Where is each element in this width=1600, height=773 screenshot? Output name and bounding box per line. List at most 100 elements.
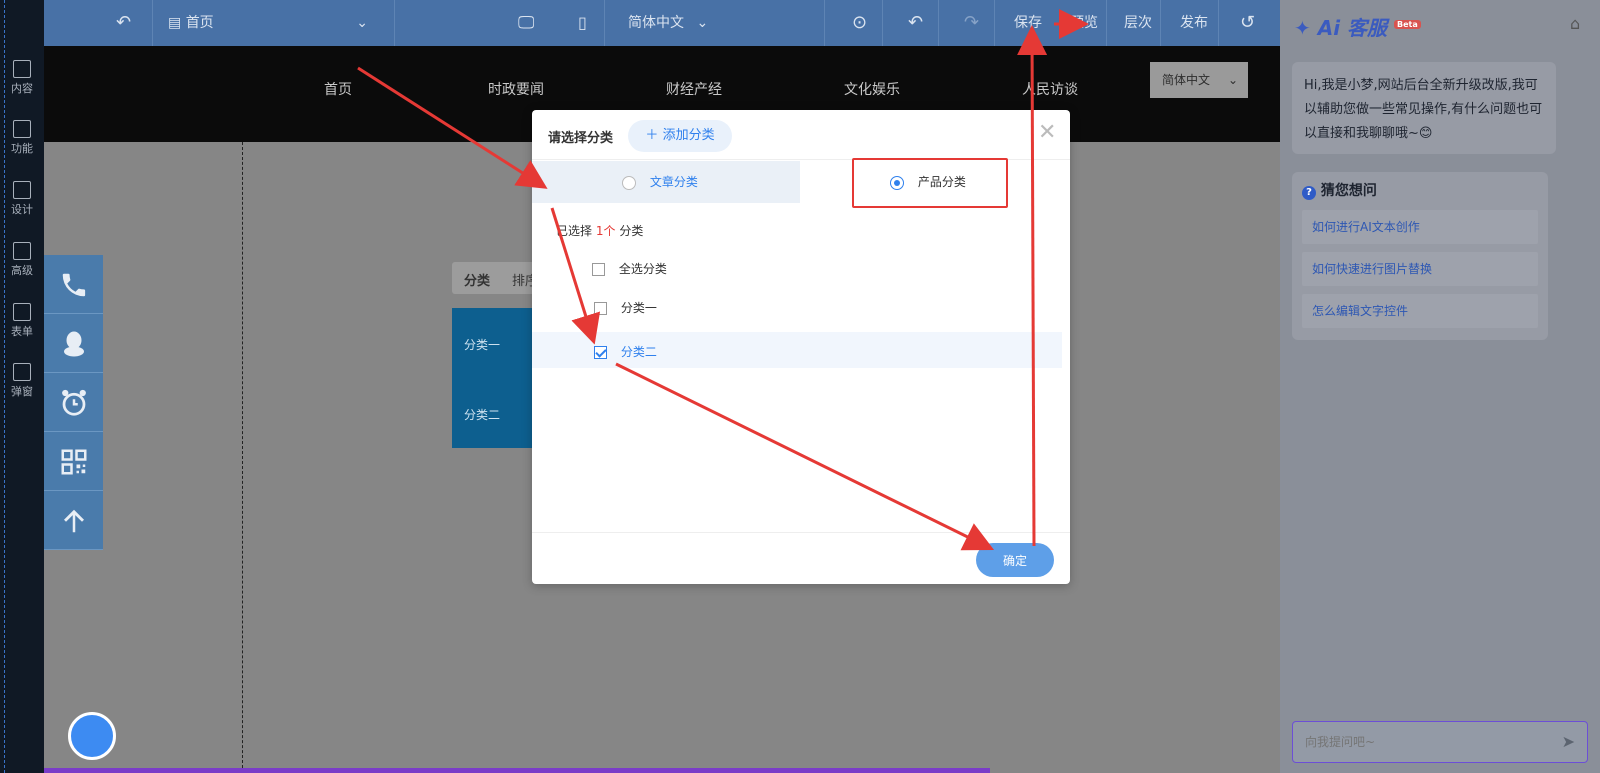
- left-rail: 内容 功能 设计 高级 表单 弹窗: [0, 0, 44, 773]
- page-icon: ▤: [168, 15, 182, 31]
- editor-toolbar: ↶ ▤ 首页 ⌄ 🖵 ▯ 简体中文 ⌄ ⊙ ↶ ↷ 保存 预览 层次 发布 ↺: [44, 0, 1280, 46]
- rail-item-advanced[interactable]: 高级: [0, 234, 44, 290]
- send-icon[interactable]: ➤: [1562, 732, 1575, 751]
- category-two-checkbox[interactable]: [594, 346, 607, 359]
- category-select-modal: 请选择分类 ＋ 添加分类 ✕ 文章分类 产品分类 已选择 1个 分类 全选分类 …: [532, 110, 1070, 584]
- container-guide: [242, 142, 243, 773]
- site-nav-politics[interactable]: 时政要闻: [488, 79, 544, 99]
- undo-page-icon[interactable]: ↶: [116, 0, 131, 46]
- arrow-up-icon: [64, 509, 84, 533]
- ai-brand-text: Ai 客服: [1317, 16, 1388, 40]
- add-category-label: 添加分类: [662, 128, 715, 143]
- guess-questions-card: ? 猜您想问 如何进行AI文本创作 如何快速进行图片替换 怎么编辑文字控件: [1292, 172, 1548, 340]
- rail-item-content[interactable]: 内容: [0, 52, 44, 108]
- category-one-label: 分类一: [620, 301, 657, 315]
- alarm-clock-icon: [62, 389, 86, 416]
- layers-button[interactable]: 层次: [1124, 0, 1152, 46]
- site-nav-finance[interactable]: 财经产经: [666, 79, 722, 99]
- select-all-label: 全选分类: [618, 262, 667, 276]
- select-all-row[interactable]: 全选分类: [592, 260, 667, 277]
- rail-label: 内容: [11, 82, 33, 95]
- sparkle-icon: ✦: [1294, 16, 1311, 40]
- rail-label: 设计: [11, 203, 33, 216]
- ai-brand: ✦ Ai 客服 Beta: [1294, 12, 1421, 41]
- basket-icon[interactable]: ⌂: [1570, 14, 1580, 33]
- beta-badge: Beta: [1394, 20, 1421, 30]
- category-option-row-selected[interactable]: 分类二: [532, 332, 1062, 368]
- category-one-checkbox[interactable]: [594, 302, 607, 315]
- rail-label: 弹窗: [11, 385, 33, 398]
- category-widget-list[interactable]: 分类一 分类二: [452, 308, 532, 448]
- rail-item-popup[interactable]: 弹窗: [0, 355, 44, 411]
- selected-prefix: 已选择: [556, 224, 593, 238]
- ai-input-wrap: ➤: [1292, 721, 1588, 763]
- selected-count: 1个: [595, 224, 616, 238]
- rail-item-form[interactable]: 表单: [0, 295, 44, 351]
- publish-button[interactable]: 发布: [1180, 0, 1208, 46]
- category-two-label: 分类二: [620, 345, 657, 359]
- grid-icon: [13, 120, 31, 138]
- plus-icon: ＋: [645, 128, 659, 143]
- page-select-value: 首页: [185, 15, 214, 31]
- ai-greeting-card: Hi,我是小梦,网站后台全新升级改版,我可以辅助您做一些常见操作,有什么问题也可…: [1292, 62, 1556, 154]
- toolbar-language-select[interactable]: 简体中文 ⌄: [628, 0, 728, 46]
- toolbar-language-value: 简体中文: [628, 15, 684, 31]
- tab-article-label: 文章分类: [649, 175, 698, 189]
- select-all-checkbox[interactable]: [592, 263, 605, 276]
- add-category-button[interactable]: ＋ 添加分类: [628, 120, 732, 152]
- suggestion-item[interactable]: 如何快速进行图片替换: [1302, 252, 1538, 286]
- chat-bubble-button[interactable]: [68, 712, 116, 760]
- widget-list-item: 分类二: [464, 408, 501, 422]
- qq-button[interactable]: [44, 314, 103, 373]
- modal-header: 请选择分类 ＋ 添加分类 ✕: [532, 110, 1070, 160]
- ai-greeting-text: Hi,我是小梦,网站后台全新升级改版,我可以辅助您做一些常见操作,有什么问题也可…: [1304, 78, 1543, 141]
- selected-count-text: 已选择 1个 分类: [556, 222, 643, 239]
- widget-tab-category[interactable]: 分类: [464, 270, 490, 289]
- phone-icon: [62, 273, 86, 297]
- qrcode-button[interactable]: [44, 432, 103, 491]
- site-nav-interview[interactable]: 人民访谈: [1022, 79, 1078, 99]
- desktop-view-icon[interactable]: 🖵: [518, 0, 534, 46]
- question-icon: ?: [1302, 186, 1316, 200]
- site-nav-home[interactable]: 首页: [324, 79, 352, 99]
- rail-item-design[interactable]: 设计: [0, 173, 44, 229]
- layout-icon: [13, 181, 31, 199]
- site-language-value: 简体中文: [1162, 73, 1211, 87]
- phone-button[interactable]: [44, 255, 103, 314]
- tab-article-category[interactable]: 文章分类: [532, 161, 800, 203]
- confirm-button[interactable]: 确定: [976, 543, 1054, 577]
- bottom-progress-strip: [44, 768, 990, 773]
- category-widget-tabs: 分类 排序: [452, 262, 542, 294]
- ai-assistant-panel: ✦ Ai 客服 Beta ⌂ Hi,我是小梦,网站后台全新升级改版,我可以辅助您…: [1280, 0, 1600, 773]
- suggestion-item[interactable]: 怎么编辑文字控件: [1302, 294, 1538, 328]
- highlight-box: [852, 158, 1008, 208]
- widget-list-item: 分类一: [464, 338, 501, 352]
- more-icon[interactable]: ⊙: [852, 0, 867, 46]
- alarm-button[interactable]: [44, 373, 103, 432]
- ai-question-input[interactable]: [1293, 722, 1543, 762]
- guess-title: ? 猜您想问: [1302, 180, 1377, 200]
- rail-label: 表单: [11, 325, 33, 338]
- undo-icon[interactable]: ↶: [908, 0, 923, 46]
- close-icon[interactable]: ✕: [1038, 120, 1056, 145]
- radio-article[interactable]: [622, 175, 636, 190]
- chevron-down-icon: ⌄: [696, 15, 709, 31]
- site-language-select[interactable]: 简体中文 ⌄: [1150, 62, 1248, 98]
- code-icon: [13, 242, 31, 260]
- suggestion-item[interactable]: 如何进行AI文本创作: [1302, 210, 1538, 244]
- rail-label: 功能: [11, 142, 33, 155]
- rail-item-function[interactable]: 功能: [0, 112, 44, 168]
- mobile-view-icon[interactable]: ▯: [578, 0, 587, 46]
- preview-button[interactable]: 预览: [1070, 0, 1098, 46]
- qq-icon: [64, 331, 84, 357]
- category-option-row[interactable]: 分类一: [594, 299, 657, 316]
- qrcode-icon: [61, 449, 87, 475]
- modal-footer-divider: [532, 532, 1070, 533]
- site-nav-culture[interactable]: 文化娱乐: [844, 79, 900, 99]
- history-icon[interactable]: ↺: [1240, 0, 1255, 46]
- popup-icon: [13, 363, 31, 381]
- page-select[interactable]: ▤ 首页 ⌄: [168, 0, 378, 46]
- save-button[interactable]: 保存: [1014, 0, 1042, 46]
- back-to-top-button[interactable]: [44, 491, 103, 550]
- redo-icon[interactable]: ↷: [964, 0, 979, 46]
